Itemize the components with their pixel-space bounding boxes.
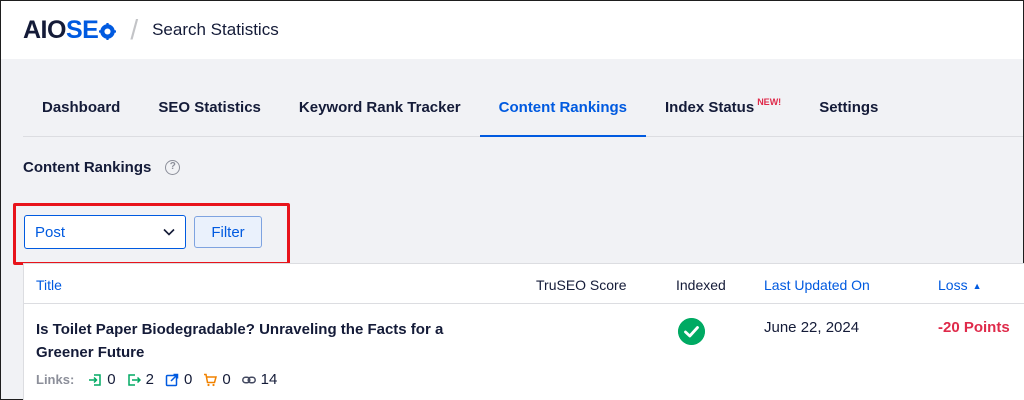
tab-label: Index Status: [665, 99, 755, 116]
tab-label: Content Rankings: [498, 99, 627, 116]
suggestions-count: 14: [260, 371, 278, 388]
post-type-select[interactable]: Post: [24, 215, 186, 249]
question-circle-icon[interactable]: ?: [165, 160, 181, 175]
row-post-title[interactable]: Is Toilet Paper Biodegradable? Unravelin…: [36, 318, 496, 364]
external-link-icon: [165, 373, 179, 386]
chevron-down-icon: [163, 228, 175, 236]
tab-seo-statistics[interactable]: SEO Statistics: [139, 99, 280, 136]
column-loss-label: Loss: [938, 277, 968, 293]
tab-label: Keyword Rank Tracker: [298, 99, 461, 116]
tab-settings[interactable]: Settings: [800, 99, 897, 136]
affiliate-links[interactable]: 0: [203, 371, 231, 388]
links-label: Links:: [36, 372, 75, 387]
logo-text-aio: AIO: [23, 15, 66, 44]
column-indexed: Indexed: [676, 277, 726, 293]
column-last-updated[interactable]: Last Updated On: [764, 277, 870, 293]
internal-outbound-link-icon: [127, 373, 141, 386]
sort-ascending-icon: ▲: [972, 281, 982, 291]
breadcrumb-separator: /: [130, 14, 139, 45]
tab-dashboard[interactable]: Dashboard: [23, 99, 139, 136]
gear-icon: [99, 22, 117, 40]
page-title: Search Statistics: [152, 20, 279, 39]
filter-button[interactable]: Filter: [194, 216, 262, 248]
nav-tabs: Dashboard SEO Statistics Keyword Rank Tr…: [23, 79, 1023, 137]
section-title-text: Content Rankings: [23, 159, 152, 176]
select-value: Post: [35, 223, 66, 241]
affiliate-count: 0: [222, 371, 231, 388]
tab-index-status[interactable]: Index Status NEW!: [646, 97, 800, 136]
tab-label: Settings: [819, 99, 879, 116]
content-rankings-table: Title TruSEO Score Indexed Last Updated …: [23, 263, 1024, 400]
internal-outbound-links[interactable]: 2: [127, 371, 154, 388]
checkmark-circle-icon: [678, 318, 705, 345]
top-bar: AIO SE / Search Statistics: [1, 1, 1023, 59]
internal-outbound-count: 2: [145, 371, 154, 388]
external-count: 0: [183, 371, 193, 388]
section-title: Content Rankings ?: [23, 159, 181, 176]
aioseo-logo[interactable]: AIO SE: [23, 15, 117, 45]
logo-text-seo: SE: [65, 15, 99, 44]
external-links[interactable]: 0: [165, 371, 192, 388]
internal-inbound-links[interactable]: 0: [88, 371, 116, 388]
tab-content-rankings[interactable]: Content Rankings: [479, 99, 647, 137]
row-last-updated: June 22, 2024: [764, 319, 860, 336]
chain-link-icon: [241, 375, 256, 384]
column-truseo-score: TruSEO Score: [536, 277, 627, 293]
column-loss[interactable]: Loss ▲: [938, 277, 982, 293]
cart-icon: [204, 373, 218, 386]
tab-keyword-rank-tracker[interactable]: Keyword Rank Tracker: [280, 99, 480, 136]
internal-inbound-count: 0: [107, 371, 116, 388]
link-suggestions[interactable]: 14: [241, 371, 278, 388]
table-header: Title TruSEO Score Indexed Last Updated …: [24, 264, 1024, 304]
tab-label: Dashboard: [42, 99, 121, 116]
internal-inbound-link-icon: [89, 373, 102, 386]
row-loss: -20 Points: [938, 319, 1010, 336]
column-title[interactable]: Title: [36, 277, 62, 293]
new-badge: NEW!: [757, 97, 782, 107]
links-summary: Links: 0 2 0 0 14: [36, 371, 288, 388]
tab-label: SEO Statistics: [158, 99, 261, 116]
